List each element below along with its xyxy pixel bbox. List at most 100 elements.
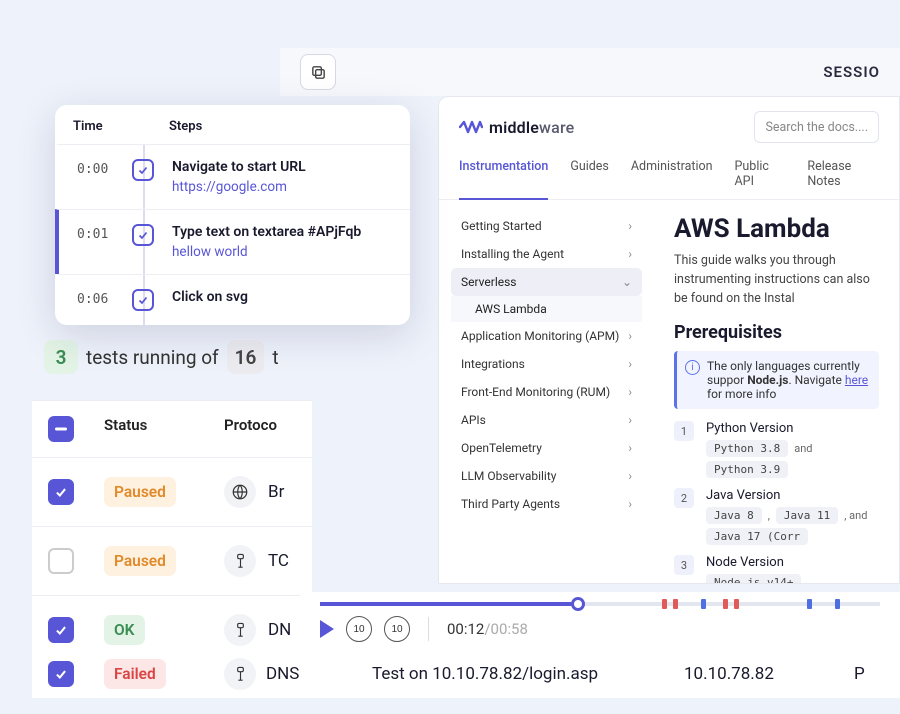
step-detail: https://google.com [172,179,392,195]
step-number: 1 [674,421,694,441]
nav-item[interactable]: Application Monitoring (APM)› [451,322,642,350]
test-name: Test on 10.10.78.82/login.asp [372,664,684,684]
timeline-marker[interactable] [835,599,840,609]
status-badge: Failed [104,659,166,689]
steps-header-steps: Steps [135,119,392,134]
chevron-right-icon: › [628,357,632,371]
step-time: 0:06 [77,289,132,307]
brand-glyph-icon [459,119,483,135]
tests-table: Status Protoco Paused Br Paused TC OK DN [32,400,312,665]
nav-item[interactable]: APIs› [451,406,642,434]
chevron-right-icon: › [628,441,632,455]
table-row[interactable]: Paused TC [32,527,312,596]
docs-browser: middleware Search the docs.... Instrumen… [438,96,900,584]
status-badge: Paused [104,546,176,576]
section-prerequisites: Prerequisites [674,322,879,343]
chevron-right-icon: › [628,247,632,261]
nav-item[interactable]: Front-End Monitoring (RUM)› [451,378,642,406]
steps-panel: Time Steps 0:00 Navigate to start URL ht… [55,105,410,325]
test-row-bottom[interactable]: Failed DNS Test on 10.10.78.82/login.asp… [32,650,900,698]
timeline-marker[interactable] [734,599,739,609]
tests-running-summary: 3 tests running of 16 t [44,340,279,374]
info-callout: i The only languages currently suppor No… [674,351,879,409]
timeline-marker[interactable] [723,599,728,609]
nav-item[interactable]: OpenTelemetry› [451,434,642,462]
step-number: 3 [674,555,694,575]
test-ip: 10.10.78.82 [684,664,854,684]
nav-item[interactable]: LLM Observability› [451,462,642,490]
step-time: 0:00 [77,159,132,177]
chevron-down-icon: ⌄ [622,275,632,289]
info-link[interactable]: here [845,373,868,387]
chevron-right-icon: › [628,469,632,483]
nav-item[interactable]: Getting Started› [451,212,642,240]
tab-public-api[interactable]: Public API [735,159,786,199]
tab-instrumentation[interactable]: Instrumentation [459,159,548,200]
nav-item[interactable]: Integrations› [451,350,642,378]
code-chip: Java 11 [776,507,838,524]
check-icon [132,159,154,181]
time-display: 00:12/00:58 [447,620,528,638]
tab-release-notes[interactable]: Release Notes [807,159,879,199]
step-row[interactable]: 0:06 Click on svg [55,274,410,325]
table-row[interactable]: Paused Br [32,458,312,527]
skip-back-button[interactable]: 10 [346,616,372,642]
protocol-label: Br [268,482,296,502]
code-chip: Python 3.8 [706,440,788,457]
step-detail: hellow world [172,244,392,260]
summary-text-1: tests running of [86,346,219,369]
timeline-marker[interactable] [662,599,667,609]
tab-administration[interactable]: Administration [631,159,713,199]
protocol-icon [224,545,256,577]
test-tail: P [854,664,884,684]
status-badge: Paused [104,477,176,507]
nav-item[interactable]: Serverless⌄ [451,268,642,296]
player-track[interactable] [320,602,880,606]
chevron-right-icon: › [628,219,632,233]
play-button[interactable] [320,620,334,638]
row-checkbox[interactable] [48,479,74,505]
copy-button[interactable] [300,54,336,90]
master-checkbox[interactable] [48,416,74,442]
req-title: Python Version [706,421,879,436]
step-title: Type text on textarea #APjFqb [172,224,392,240]
check-icon [132,224,154,246]
chevron-right-icon: › [628,329,632,343]
article-intro: This guide walks you through instrumenti… [674,252,879,308]
chevron-right-icon: › [628,385,632,399]
nav-item[interactable]: Third Party Agents› [451,490,642,518]
session-title: SESSIO [823,63,880,81]
code-chip: Java 8 [706,507,762,524]
prerequisite-item: 2 Java VersionJava 8,Java 11, andJava 17… [674,488,879,545]
row-checkbox[interactable] [48,617,74,643]
session-top-bar: SESSIO [280,48,900,96]
row-checkbox[interactable] [48,661,74,687]
step-title: Click on svg [172,289,392,305]
docs-search-input[interactable]: Search the docs.... [754,111,879,143]
nav-sub-item[interactable]: AWS Lambda [451,296,642,322]
timeline-marker[interactable] [673,599,678,609]
protocol-icon [224,614,256,646]
step-row[interactable]: 0:01 Type text on textarea #APjFqb hello… [55,209,410,274]
tab-guides[interactable]: Guides [570,159,609,199]
code-chip: Java 17 (Corr [706,528,808,545]
brand-logo[interactable]: middleware [459,118,574,137]
step-number: 2 [674,488,694,508]
docs-tabs: Instrumentation Guides Administration Publi… [439,149,899,200]
player-bar: 10 10 00:12/00:58 [300,592,900,654]
summary-text-2: t [272,346,278,369]
timeline-marker[interactable] [807,599,812,609]
row-checkbox[interactable] [48,548,74,574]
steps-header-time: Time [73,119,135,134]
protocol-label: DN [268,620,296,640]
timeline-marker[interactable] [701,599,706,609]
skip-forward-button[interactable]: 10 [384,616,410,642]
nav-item[interactable]: Installing the Agent› [451,240,642,268]
playhead-handle[interactable] [571,597,585,611]
divider [428,617,429,641]
running-count-badge: 3 [44,340,78,374]
col-status: Status [104,416,224,442]
step-row[interactable]: 0:00 Navigate to start URL https://googl… [55,144,410,209]
req-title: Node Version [706,555,879,570]
code-chip: Node.js v14+ [706,574,801,583]
